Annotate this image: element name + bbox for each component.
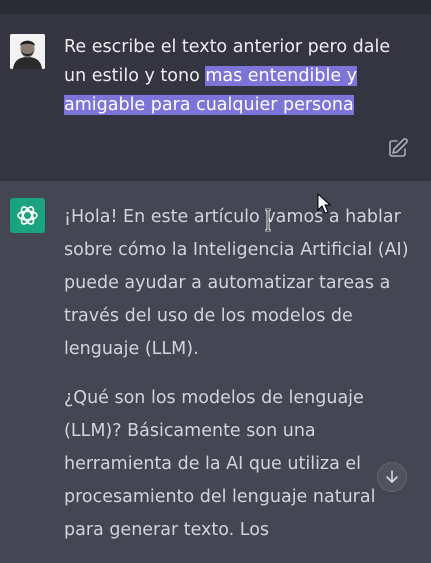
assistant-paragraph-1: ¡Hola! En este artículo vamos a hablar s…: [64, 207, 409, 359]
user-message-block: Re escribe el texto anterior pero dale u…: [0, 14, 431, 181]
user-message-text: Re escribe el texto anterior pero dale u…: [64, 33, 416, 120]
text-cursor-icon: [265, 208, 271, 232]
assistant-paragraph-2: ¿Qué son los modelos de lenguaje (LLM)? …: [64, 388, 376, 540]
arrow-down-icon: [386, 470, 398, 483]
top-strip: [0, 0, 431, 14]
assistant-message-text: ¡Hola! En este artículo vamos a hablar s…: [64, 201, 416, 563]
assistant-avatar: [10, 198, 45, 233]
mouse-pointer-icon: [317, 193, 332, 214]
scroll-to-bottom-button[interactable]: [377, 462, 407, 492]
openai-logo-icon: [17, 206, 38, 225]
edit-message-button[interactable]: [387, 137, 409, 159]
edit-icon: [389, 138, 408, 157]
user-avatar: [10, 34, 45, 69]
